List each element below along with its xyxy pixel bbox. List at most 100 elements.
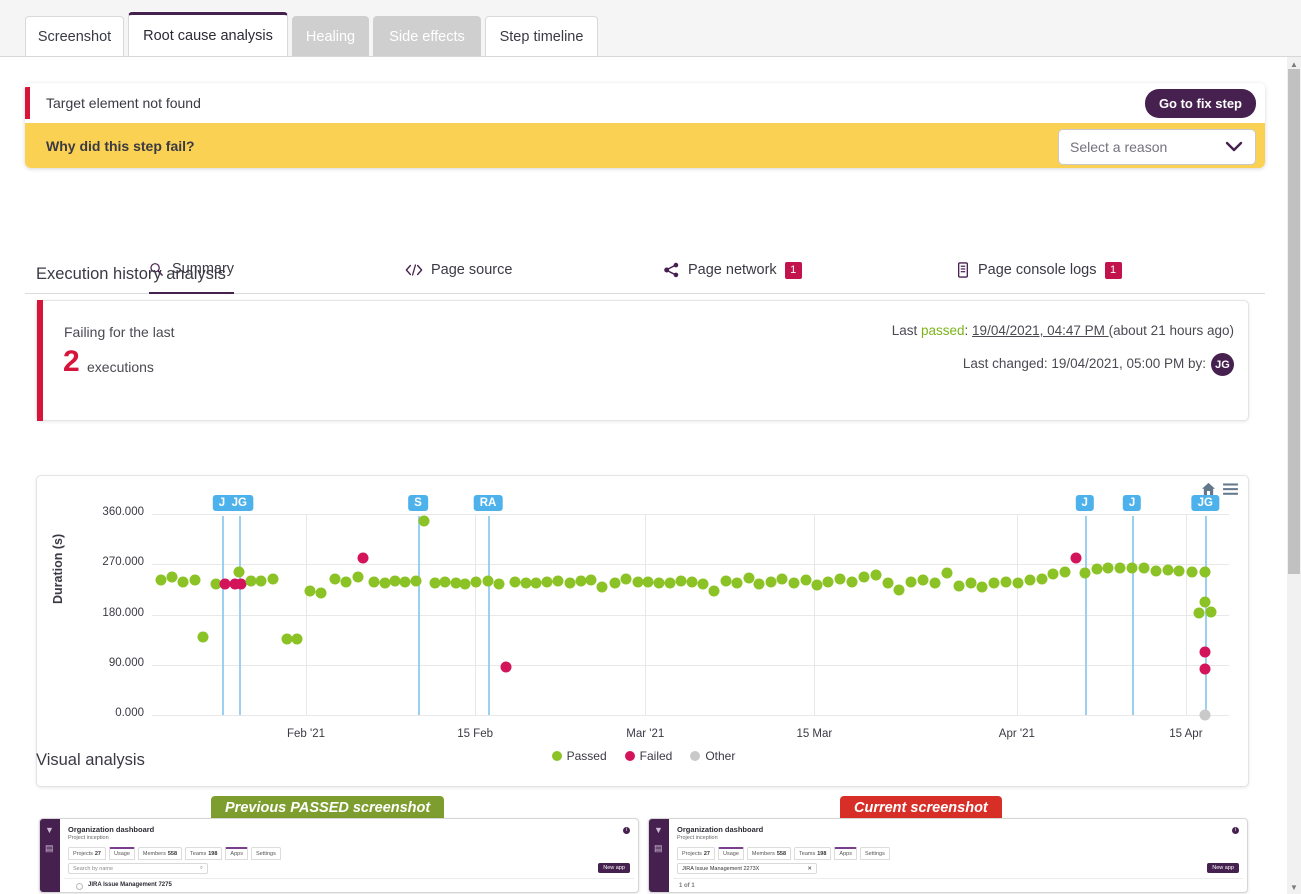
mini-tab-usage[interactable]: Usage bbox=[109, 847, 135, 860]
chart-point-passed[interactable] bbox=[721, 576, 732, 587]
chart-point-passed[interactable] bbox=[575, 576, 586, 587]
chart-point-passed[interactable] bbox=[665, 577, 676, 588]
chart-point-passed[interactable] bbox=[1048, 569, 1059, 580]
chart-point-passed[interactable] bbox=[654, 578, 665, 589]
go-to-fix-step-button[interactable]: Go to fix step bbox=[1145, 89, 1256, 118]
legend-item-other[interactable]: Other bbox=[690, 749, 735, 763]
chart-point-passed[interactable] bbox=[330, 573, 341, 584]
chart-point-passed[interactable] bbox=[267, 574, 278, 585]
chart-point-failed[interactable] bbox=[501, 661, 512, 672]
chart-point-passed[interactable] bbox=[1024, 575, 1035, 586]
chart-point-passed[interactable] bbox=[368, 577, 379, 588]
chart-point-passed[interactable] bbox=[989, 577, 1000, 588]
tab-healing[interactable]: Healing bbox=[292, 16, 369, 56]
chart-point-passed[interactable] bbox=[379, 577, 390, 588]
mini-new-app-button[interactable]: New app bbox=[1207, 863, 1239, 873]
scrollbar-thumb[interactable] bbox=[1288, 69, 1300, 574]
chart-point-passed[interactable] bbox=[564, 578, 575, 589]
mini-search-input[interactable]: JIRA Issue Management 2273X ✕ bbox=[677, 863, 817, 874]
mini-tab-projects[interactable]: Projects27 bbox=[677, 847, 715, 860]
chart-point-passed[interactable] bbox=[941, 568, 952, 579]
chart-point-passed[interactable] bbox=[675, 576, 686, 587]
chart-point-passed[interactable] bbox=[1193, 608, 1204, 619]
chart-point-passed[interactable] bbox=[766, 576, 777, 587]
chart-point-passed[interactable] bbox=[167, 571, 178, 582]
select-reason-dropdown[interactable]: Select a reason bbox=[1058, 129, 1256, 165]
chart-point-passed[interactable] bbox=[731, 578, 742, 589]
chart-point-passed[interactable] bbox=[686, 577, 697, 588]
mini-new-app-button[interactable]: New app bbox=[598, 863, 630, 873]
legend-item-passed[interactable]: Passed bbox=[552, 749, 607, 763]
chart-point-passed[interactable] bbox=[709, 586, 720, 597]
mini-tab-usage[interactable]: Usage bbox=[718, 847, 744, 860]
previous-screenshot-thumbnail[interactable]: ▼ ▤ Organization dashboard Project incep… bbox=[39, 818, 639, 893]
mini-tab-settings[interactable]: Settings bbox=[251, 847, 281, 860]
chart-point-passed[interactable] bbox=[255, 576, 266, 587]
chart-point-passed[interactable] bbox=[743, 572, 754, 583]
chart-point-passed[interactable] bbox=[1115, 562, 1126, 573]
chart-point-passed[interactable] bbox=[777, 573, 788, 584]
chart-point-passed[interactable] bbox=[190, 574, 201, 585]
chart-annotation-flag[interactable]: S bbox=[408, 495, 428, 511]
chart-point-passed[interactable] bbox=[965, 578, 976, 589]
chart-point-passed[interactable] bbox=[419, 515, 430, 526]
chart-point-passed[interactable] bbox=[493, 578, 504, 589]
chart-point-passed[interactable] bbox=[1150, 565, 1161, 576]
chart-point-passed[interactable] bbox=[410, 576, 421, 587]
chart-point-passed[interactable] bbox=[754, 579, 765, 590]
chart-point-passed[interactable] bbox=[1060, 566, 1071, 577]
chart-point-passed[interactable] bbox=[1127, 562, 1138, 573]
chart-point-passed[interactable] bbox=[305, 586, 316, 597]
chart-point-passed[interactable] bbox=[1103, 563, 1114, 574]
chart-annotation-flag[interactable]: RA bbox=[474, 495, 503, 511]
chart-point-passed[interactable] bbox=[698, 579, 709, 590]
subtab-page-console-logs[interactable]: Page console logs 1 bbox=[956, 246, 1122, 294]
chart-point-passed[interactable] bbox=[643, 576, 654, 587]
chart-point-passed[interactable] bbox=[460, 578, 471, 589]
chart-point-passed[interactable] bbox=[953, 581, 964, 592]
chart-point-passed[interactable] bbox=[610, 577, 621, 588]
chart-point-passed[interactable] bbox=[858, 572, 869, 583]
chart-point-failed[interactable] bbox=[1071, 553, 1082, 564]
chart-point-passed[interactable] bbox=[509, 577, 520, 588]
chart-point-passed[interactable] bbox=[1091, 564, 1102, 575]
chart-point-passed[interactable] bbox=[906, 576, 917, 587]
chart-annotation-flag[interactable]: JG bbox=[226, 495, 253, 511]
mini-tab-teams[interactable]: Teams198 bbox=[794, 847, 831, 860]
chart-point-passed[interactable] bbox=[632, 577, 643, 588]
chart-point-passed[interactable] bbox=[234, 567, 245, 578]
chart-point-passed[interactable] bbox=[1174, 565, 1185, 576]
chart-point-passed[interactable] bbox=[929, 578, 940, 589]
mini-tab-members[interactable]: Members558 bbox=[747, 847, 791, 860]
chart-point-passed[interactable] bbox=[483, 576, 494, 587]
chart-point-passed[interactable] bbox=[1079, 567, 1090, 578]
chart-point-passed[interactable] bbox=[1187, 566, 1198, 577]
chart-point-passed[interactable] bbox=[542, 576, 553, 587]
chart-point-passed[interactable] bbox=[1162, 565, 1173, 576]
chart-point-passed[interactable] bbox=[788, 578, 799, 589]
chart-point-passed[interactable] bbox=[620, 574, 631, 585]
tab-screenshot[interactable]: Screenshot bbox=[25, 16, 124, 56]
last-passed-datetime-link[interactable]: 19/04/2021, 04:47 PM bbox=[972, 323, 1109, 338]
tab-root-cause-analysis[interactable]: Root cause analysis bbox=[128, 12, 288, 56]
tab-step-timeline[interactable]: Step timeline bbox=[485, 16, 598, 56]
chart-point-failed[interactable] bbox=[1200, 664, 1211, 675]
legend-item-failed[interactable]: Failed bbox=[625, 749, 673, 763]
chart-point-passed[interactable] bbox=[197, 632, 208, 643]
chart-point-passed[interactable] bbox=[281, 634, 292, 645]
chart-point-passed[interactable] bbox=[586, 575, 597, 586]
duration-scatter-plot[interactable]: Duration (s) 0.00090.000180.000270.00036… bbox=[37, 476, 1250, 788]
chart-point-passed[interactable] bbox=[835, 573, 846, 584]
avatar[interactable]: JG bbox=[1211, 353, 1234, 376]
chart-point-passed[interactable] bbox=[823, 577, 834, 588]
chart-point-passed[interactable] bbox=[531, 578, 542, 589]
mini-tab-settings[interactable]: Settings bbox=[860, 847, 890, 860]
chart-point-passed[interactable] bbox=[811, 580, 822, 591]
chart-annotation-flag[interactable]: J bbox=[1075, 495, 1093, 511]
chart-point-passed[interactable] bbox=[847, 576, 858, 587]
chart-point-passed[interactable] bbox=[1012, 578, 1023, 589]
chart-point-passed[interactable] bbox=[316, 587, 327, 598]
chart-point-passed[interactable] bbox=[977, 582, 988, 593]
mini-tab-apps[interactable]: Apps bbox=[834, 847, 857, 860]
chart-point-passed[interactable] bbox=[1138, 563, 1149, 574]
